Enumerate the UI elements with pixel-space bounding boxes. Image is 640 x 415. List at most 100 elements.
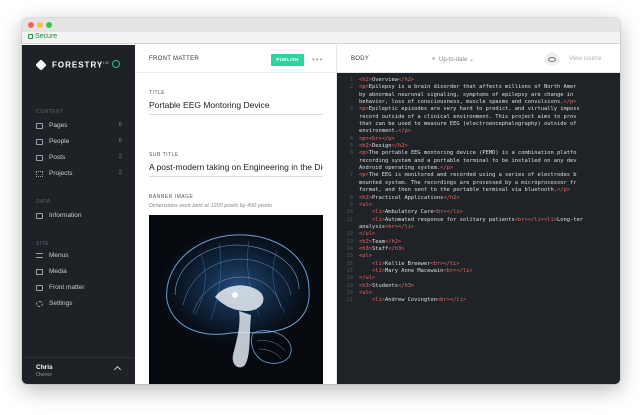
sidebar-item-media[interactable]: Media (36, 268, 122, 279)
sidebar-item-label: Menus (49, 252, 69, 259)
code-line[interactable]: 7 <p>The EEG is monitored and recorded us… (337, 172, 620, 179)
code-text: <li>Andrew Covington<br></li> (371, 297, 467, 304)
code-line[interactable]: 16 <li>Kellie Breewer<br></li> (337, 261, 620, 268)
code-line[interactable]: record outside of a clinical environment… (337, 114, 620, 121)
user-menu[interactable]: Chris Owner (22, 357, 135, 384)
code-line[interactable]: by abnormal neuronal signaling, symptoms… (337, 92, 620, 99)
sidebar-item-label: People (49, 138, 70, 145)
address-bar[interactable]: Secure (22, 32, 620, 44)
code-text: Android operating system.</p> (359, 165, 454, 172)
title-bar (22, 18, 620, 32)
line-number: 19 (346, 282, 354, 289)
user-name: Chris (36, 364, 53, 371)
line-number: 17 (346, 267, 354, 274)
sidebar-item-label: Posts (49, 154, 66, 161)
code-editor[interactable]: 1 <h2>Overview</h2> 2 <p>Epilepsy is a brai… (337, 73, 620, 384)
information-icon (36, 213, 43, 219)
code-line[interactable]: 2 <p>Epilepsy is a brain disorder that af… (337, 84, 620, 91)
code-line[interactable]: 5 <h2>Design</h2> (337, 143, 620, 150)
code-line[interactable]: 11 <li>Automated response for solitary p… (337, 217, 620, 224)
code-line[interactable]: Android operating system.</p> (337, 165, 620, 172)
user-role: Owner (36, 372, 53, 378)
code-line[interactable]: recording system and a portable terminal… (337, 158, 620, 165)
menu-icon (36, 253, 43, 258)
code-line[interactable]: 15 <ul> (337, 253, 620, 260)
code-line[interactable]: 20 <ul> (337, 290, 620, 297)
code-text: format, and then sent to the portable te… (359, 187, 570, 194)
code-text: by abnormal neuronal signaling, symptoms… (359, 91, 574, 98)
close-window-button[interactable] (28, 22, 34, 28)
sidebar-item-projects[interactable]: Projects 2 (36, 170, 122, 181)
code-line[interactable]: behavior, loss of consciousness, muscle … (337, 99, 620, 106)
sidebar-item-menus[interactable]: Menus (36, 252, 122, 263)
view-source-link[interactable]: View source (569, 56, 602, 62)
sidebar-item-label: Pages (49, 122, 68, 129)
brand-name: FORESTRY (52, 60, 104, 70)
front-matter-header: FRONT MATTER PUBLISH ••• (135, 45, 337, 73)
code-line[interactable]: 14 <h3>Staff</h3> (337, 246, 620, 253)
posts-icon (36, 155, 43, 161)
code-text: recording system and a portable terminal… (359, 157, 577, 164)
code-text: <li>Ambulatory Care<br></li> (371, 209, 463, 216)
line-number: 8 (349, 194, 353, 201)
minimize-window-button[interactable] (37, 22, 43, 28)
code-line[interactable]: 4 <p><br></p> (337, 136, 620, 143)
publish-button[interactable]: PUBLISH (271, 54, 304, 66)
code-line[interactable]: 10 <li>Ambulatory Care<br></li> (337, 209, 620, 216)
front-matter-icon (36, 285, 43, 291)
code-line[interactable]: 17 <li>Mary Anne Macewain<br></li> (337, 268, 620, 275)
code-line[interactable]: 18 </ul> (337, 275, 620, 282)
code-line[interactable]: 13 <h2>Team</h2> (337, 239, 620, 246)
gear-icon (36, 301, 43, 307)
forestry-logo-icon (35, 59, 47, 71)
sidebar-item-count: 2 (118, 154, 122, 160)
front-matter-panel: FRONT MATTER PUBLISH ••• TITLE Portable … (135, 45, 337, 384)
code-line[interactable]: 6 <p>The portable EEG montoring device (P… (337, 150, 620, 157)
sidebar-item-information[interactable]: Information (36, 212, 122, 223)
sidebar-item-count: 6 (118, 138, 122, 144)
code-line[interactable]: 8 <h2>Practical Applications</h2> (337, 195, 620, 202)
code-text: <p>Epilepsy is a brain disorder that aff… (359, 84, 577, 91)
code-line[interactable]: 9 <ul> (337, 202, 620, 209)
line-number: 20 (346, 289, 354, 296)
sync-status-label: Up-to-date (439, 57, 468, 63)
sidebar-item-settings[interactable]: Settings (36, 300, 122, 311)
code-line[interactable]: mounted system. The recordings are proce… (337, 180, 620, 187)
subtitle-field[interactable]: A post-modern taking on Engineering in t… (149, 162, 323, 177)
code-text: environment.</p> (359, 128, 411, 135)
code-line[interactable]: environment.</p> (337, 128, 620, 135)
code-line[interactable]: 12 </ul> (337, 231, 620, 238)
code-line[interactable]: analysis<br></li> (337, 224, 620, 231)
code-line[interactable]: 21 <li>Andrew Covington<br></li> (337, 297, 620, 304)
front-matter-heading: FRONT MATTER (149, 56, 200, 62)
subtitle-field-label: SUB TITLE (149, 152, 179, 158)
line-number: 14 (346, 245, 354, 252)
secure-indicator[interactable]: Secure (28, 33, 57, 40)
chevron-up-icon[interactable] (113, 365, 122, 374)
code-line[interactable]: 3 <p>Epileptic episodes are very hard to … (337, 106, 620, 113)
sync-status-dropdown[interactable]: Up-to-date ⌄ (432, 56, 474, 63)
site-status-icon[interactable] (112, 60, 120, 68)
brain-illustration (149, 215, 323, 384)
banner-image-label: BANNER IMAGE (149, 194, 194, 200)
sidebar-item-posts[interactable]: Posts 2 (36, 154, 122, 165)
sidebar-item-people[interactable]: People 6 (36, 138, 122, 149)
sidebar: FORESTRYIO CONTENT Pages 6 People 6 Post… (22, 45, 135, 384)
code-line[interactable]: format, and then sent to the portable te… (337, 187, 620, 194)
sidebar-item-pages[interactable]: Pages 6 (36, 122, 122, 133)
code-line[interactable]: 1 <h2>Overview</h2> (337, 77, 620, 84)
code-text: <p>Epileptic episodes are very hard to p… (359, 106, 580, 113)
sidebar-item-label: Information (49, 212, 82, 219)
sidebar-item-front-matter[interactable]: Front matter (36, 284, 122, 295)
code-line[interactable]: 19 <h3>Students</h3> (337, 283, 620, 290)
maximize-window-button[interactable] (46, 22, 52, 28)
title-field[interactable]: Portable EEG Montoring Device (149, 100, 323, 115)
code-line[interactable]: that can be used to measure EEG (electro… (337, 121, 620, 128)
sidebar-item-count: 2 (118, 170, 122, 176)
code-text: that can be used to measure EEG (electro… (359, 121, 577, 128)
code-text: <li>Automated response for solitary pati… (371, 216, 583, 223)
banner-image[interactable] (149, 215, 323, 384)
code-text: <h3>Students</h3> (359, 282, 415, 289)
more-options-icon[interactable]: ••• (312, 55, 323, 64)
preview-toggle-button[interactable] (545, 52, 559, 66)
